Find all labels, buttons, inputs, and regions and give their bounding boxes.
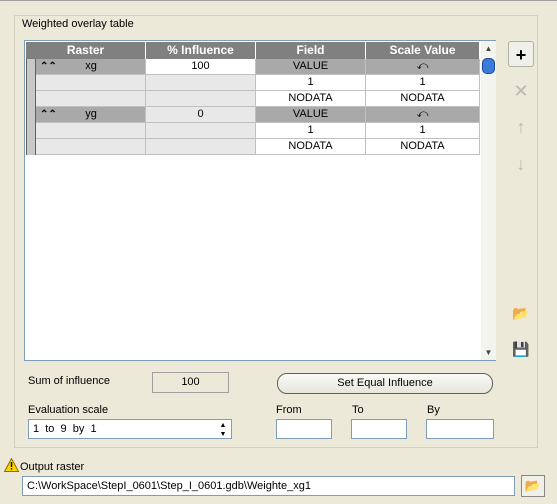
empty-cell bbox=[146, 91, 256, 107]
row-header[interactable] bbox=[26, 107, 36, 123]
empty-cell bbox=[36, 91, 146, 107]
dropdown-spinner-icon[interactable]: ▲ ▼ bbox=[217, 421, 229, 439]
value-row[interactable]: NODATA NODATA bbox=[26, 139, 480, 155]
field-value-cell: NODATA bbox=[256, 91, 366, 107]
raster-name: xg bbox=[85, 60, 97, 72]
raster-row-yg[interactable]: ⌃⌃ yg 0 VALUE ⤺ bbox=[26, 107, 480, 123]
sum-of-influence-value: 100 bbox=[152, 372, 229, 393]
empty-cell bbox=[36, 75, 146, 91]
top-border bbox=[0, 0, 557, 1]
value-row[interactable]: NODATA NODATA bbox=[26, 91, 480, 107]
scale-value-cell[interactable]: NODATA bbox=[366, 91, 480, 107]
scroll-thumb[interactable] bbox=[482, 58, 495, 74]
row-header[interactable] bbox=[26, 91, 36, 107]
scale-header-cell[interactable]: ⤺ bbox=[366, 107, 480, 123]
col-header-influence[interactable]: % Influence bbox=[146, 42, 256, 59]
row-header[interactable] bbox=[26, 75, 36, 91]
row-header[interactable] bbox=[26, 59, 36, 75]
from-label: From bbox=[276, 404, 302, 416]
row-header[interactable] bbox=[26, 123, 36, 139]
scroll-up-arrow-icon[interactable]: ▲ bbox=[481, 41, 496, 56]
output-raster-input[interactable]: C:\WorkSpace\StepI_0601\Step_I_0601.gdb\… bbox=[22, 476, 515, 496]
raster-cell[interactable]: ⌃⌃ yg bbox=[36, 107, 146, 123]
save-table-button[interactable]: 💾 bbox=[508, 336, 534, 362]
by-label: By bbox=[427, 404, 440, 416]
field-value-cell: 1 bbox=[256, 123, 366, 139]
empty-cell bbox=[146, 123, 256, 139]
col-header-scale-value[interactable]: Scale Value bbox=[366, 42, 480, 59]
to-label: To bbox=[352, 404, 364, 416]
move-down-button[interactable]: ↓ bbox=[508, 151, 534, 177]
empty-cell bbox=[146, 139, 256, 155]
field-value-cell: 1 bbox=[256, 75, 366, 91]
value-row[interactable]: 1 1 bbox=[26, 75, 480, 91]
raster-cell[interactable]: ⌃⌃ xg bbox=[36, 59, 146, 75]
evaluation-scale-select[interactable]: 1 to 9 by 1 bbox=[28, 419, 232, 439]
raster-row-xg[interactable]: ⌃⌃ xg 100 VALUE ⤺ bbox=[26, 59, 480, 75]
warning-icon bbox=[4, 458, 19, 472]
undo-scale-icon[interactable]: ⤺ bbox=[417, 108, 429, 120]
open-table-button[interactable]: 📂 bbox=[508, 300, 534, 326]
remove-raster-button[interactable]: ✕ bbox=[508, 78, 534, 104]
influence-cell[interactable]: 0 bbox=[146, 107, 256, 123]
empty-cell bbox=[36, 123, 146, 139]
raster-name: yg bbox=[85, 108, 97, 120]
evaluation-scale-label: Evaluation scale bbox=[28, 404, 109, 416]
weighted-overlay-table[interactable]: Raster % Influence Field Scale Value ⌃⌃ … bbox=[24, 40, 496, 361]
scale-value-cell[interactable]: 1 bbox=[366, 75, 480, 91]
field-value-cell: NODATA bbox=[256, 139, 366, 155]
col-header-raster[interactable]: Raster bbox=[26, 42, 146, 59]
move-up-button[interactable]: ↑ bbox=[508, 114, 534, 140]
influence-cell[interactable]: 100 bbox=[146, 59, 256, 75]
value-row[interactable]: 1 1 bbox=[26, 123, 480, 139]
by-input[interactable] bbox=[426, 419, 494, 439]
group-title: Weighted overlay table bbox=[20, 18, 136, 30]
add-raster-button[interactable]: + bbox=[508, 41, 534, 67]
col-header-field[interactable]: Field bbox=[256, 42, 366, 59]
sum-of-influence-label: Sum of influence bbox=[28, 375, 110, 387]
field-cell[interactable]: VALUE bbox=[256, 107, 366, 123]
empty-cell bbox=[146, 75, 256, 91]
set-equal-influence-button[interactable]: Set Equal Influence bbox=[277, 373, 493, 394]
scale-value-cell[interactable]: 1 bbox=[366, 123, 480, 139]
to-input[interactable] bbox=[351, 419, 407, 439]
evaluation-scale-value: 1 to 9 by 1 bbox=[33, 423, 97, 435]
scale-header-cell[interactable]: ⤺ bbox=[366, 59, 480, 75]
output-raster-label: Output raster bbox=[20, 461, 85, 473]
field-cell[interactable]: VALUE bbox=[256, 59, 366, 75]
browse-folder-icon[interactable]: 📂 bbox=[521, 475, 545, 497]
row-header[interactable] bbox=[26, 139, 36, 155]
scroll-down-arrow-icon[interactable]: ▼ bbox=[481, 345, 496, 360]
scale-value-cell[interactable]: NODATA bbox=[366, 139, 480, 155]
vertical-scrollbar[interactable]: ▲ ▼ bbox=[481, 41, 496, 360]
empty-cell bbox=[36, 139, 146, 155]
undo-scale-icon[interactable]: ⤺ bbox=[417, 60, 429, 72]
from-input[interactable] bbox=[276, 419, 332, 439]
